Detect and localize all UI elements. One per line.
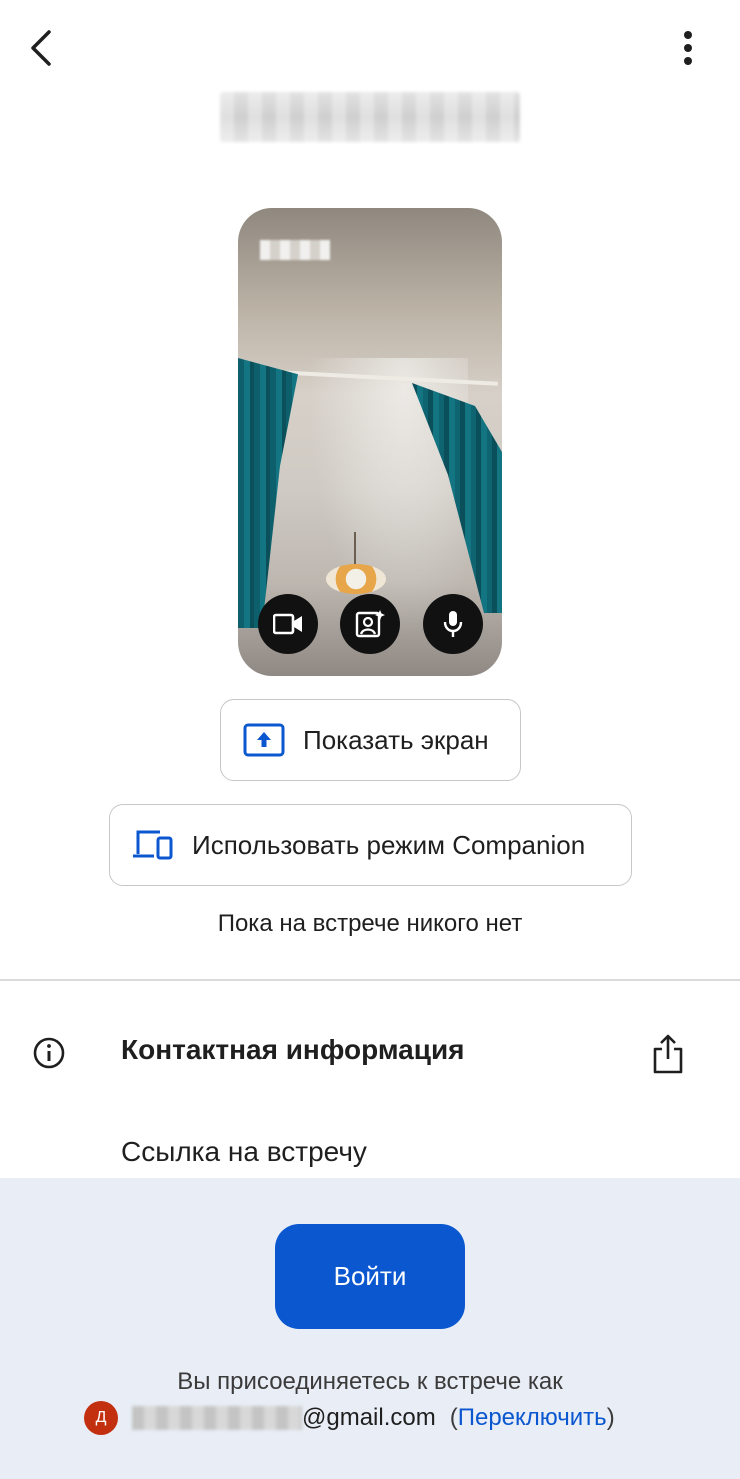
share-screen-label: Показать экран	[303, 724, 489, 755]
more-vert-icon	[684, 31, 692, 65]
joining-as-text: Вы присоединяетесь к встрече как	[177, 1368, 563, 1395]
share-info-button[interactable]	[648, 1032, 688, 1076]
switch-account-link[interactable]: Переключить	[458, 1404, 607, 1432]
email-local-part: xxxxxxxxxxxx	[132, 1406, 302, 1430]
divider	[0, 979, 740, 981]
meeting-link-label: Ссылка на встречу	[121, 1136, 367, 1167]
companion-mode-button[interactable]: Использовать режим Companion	[109, 804, 632, 886]
share-icon	[653, 1034, 683, 1074]
companion-devices-icon	[133, 830, 173, 860]
contact-info-title: Контактная информация	[121, 1034, 465, 1065]
microphone-toggle-button[interactable]	[423, 594, 483, 654]
participant-name: Вы	[260, 240, 330, 260]
account-row: Д xxxxxxxxxxxx @gmail.com ( Переключить …	[84, 1398, 615, 1438]
info-icon	[32, 1036, 66, 1070]
effects-button[interactable]	[340, 594, 400, 654]
more-options-button[interactable]	[664, 22, 712, 74]
curtain-left	[238, 358, 298, 628]
empty-meeting-status: Пока на встрече никого нет	[217, 910, 523, 937]
companion-mode-label: Использовать режим Companion	[192, 829, 586, 860]
join-button[interactable]: Войти	[275, 1224, 465, 1329]
paren-open: (	[449, 1404, 458, 1431]
chevron-left-icon	[31, 30, 51, 66]
camera-toggle-button[interactable]	[258, 594, 318, 654]
lamp-cord	[354, 532, 356, 568]
email-domain: @gmail.com	[302, 1404, 436, 1431]
present-screen-icon	[243, 723, 285, 757]
avatar: Д	[84, 1401, 118, 1435]
paren-close: )	[606, 1404, 615, 1431]
self-video-preview: Вы	[238, 208, 502, 676]
back-button[interactable]	[20, 22, 64, 74]
video-camera-icon	[273, 613, 302, 635]
effects-icon	[355, 610, 385, 638]
share-screen-button[interactable]: Показать экран	[220, 699, 521, 781]
ceiling-lamp	[326, 564, 386, 594]
microphone-icon	[443, 611, 463, 637]
meeting-code: xxx-xxxx-xxx	[220, 92, 520, 142]
